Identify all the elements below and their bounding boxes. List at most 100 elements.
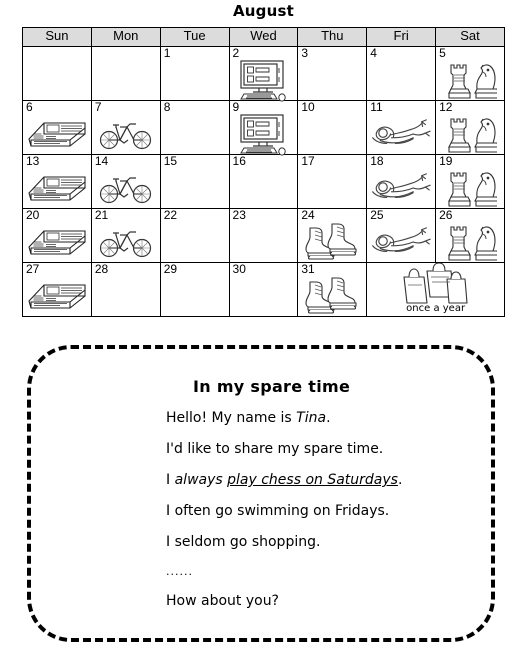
- weekday-header-fri: Fri: [366, 27, 437, 47]
- swimmer-icon: [367, 114, 435, 153]
- day-number: 4: [370, 46, 377, 60]
- day-number: 17: [301, 154, 315, 168]
- calendar-day-cell[interactable]: 21: [90, 208, 161, 263]
- panel-line-seldom: I seldom go shopping.: [166, 534, 321, 550]
- day-number: 8: [163, 100, 171, 114]
- calendar-week-row: 6 7 8 9 10 11 12: [22, 100, 505, 156]
- calendar-day-cell[interactable]: 8: [159, 100, 230, 155]
- page-title: August: [232, 2, 294, 20]
- day-number: 21: [94, 208, 109, 222]
- calendar-day-cell[interactable]: 4: [366, 46, 437, 101]
- calendar-day-cell[interactable]: 24: [297, 208, 368, 263]
- calendar-day-cell[interactable]: 26: [435, 208, 505, 263]
- calendar-day-cell[interactable]: 19: [435, 154, 505, 209]
- day-number: 30: [232, 262, 246, 276]
- calendar-day-cell[interactable]: 23: [228, 208, 299, 263]
- italic-text: Tina: [296, 410, 327, 426]
- weekday-header-thu: Thu: [297, 27, 368, 47]
- day-number: 22: [163, 208, 178, 222]
- calendar-week-row: 27 28 29 30 31 once a year: [22, 262, 505, 317]
- day-number: 18: [370, 154, 384, 168]
- chess-icon: [436, 222, 504, 261]
- day-number: 23: [232, 208, 246, 222]
- calendar-day-cell[interactable]: 17: [297, 154, 368, 209]
- chess-icon: [436, 114, 504, 153]
- newspaper-icon: [23, 168, 91, 207]
- ice-skates-icon: [298, 222, 366, 261]
- annual-event-cell[interactable]: once a year: [366, 262, 505, 317]
- newspaper-icon: [23, 222, 91, 261]
- shopping-bags-icon: [367, 262, 504, 304]
- bicycle-icon: [92, 222, 160, 261]
- panel-line-greeting: Hello! My name is Tina.: [166, 410, 331, 426]
- day-number: 29: [163, 262, 178, 276]
- weekday-header-sat: Sat: [435, 27, 505, 47]
- day-number: 7: [94, 100, 102, 114]
- newspaper-icon: [23, 276, 91, 315]
- day-number: 15: [163, 154, 178, 168]
- panel-line-always: I always play chess on Saturdays.: [166, 472, 403, 488]
- calendar-header-row: Sun Mon Tue Wed Thu Fri Sat: [22, 27, 505, 47]
- day-number: 13: [26, 154, 40, 168]
- calendar-day-cell[interactable]: 11: [366, 100, 437, 155]
- calendar-day-cell[interactable]: 31: [297, 262, 368, 317]
- day-number: 16: [232, 154, 246, 168]
- calendar-day-cell[interactable]: 14: [90, 154, 161, 209]
- swimmer-icon: [367, 168, 435, 207]
- calendar-day-cell[interactable]: 6: [22, 100, 92, 155]
- weekday-header-tue: Tue: [159, 27, 230, 47]
- calendar-day-cell[interactable]: 27: [22, 262, 92, 317]
- calendar-day-cell[interactable]: 5: [435, 46, 505, 101]
- calendar-week-row: 1 2 3 4 5: [22, 46, 505, 102]
- day-number: 10: [301, 100, 315, 114]
- panel-content: In my spare time Hello! My name is Tina.…: [166, 377, 496, 624]
- day-number: 6: [26, 100, 33, 114]
- weekday-header-wed: Wed: [228, 27, 299, 47]
- ice-skates-icon: [298, 276, 366, 315]
- computer-icon: [230, 59, 298, 102]
- day-number: 24: [301, 208, 315, 222]
- day-number: 11: [370, 100, 383, 114]
- panel-line-often: I often go swimming on Fridays.: [166, 503, 390, 519]
- calendar-empty-cell[interactable]: [90, 46, 161, 101]
- calendar-day-cell[interactable]: 3: [297, 46, 368, 101]
- calendar-day-cell[interactable]: 30: [228, 262, 299, 317]
- calendar-day-cell[interactable]: 12: [435, 100, 505, 155]
- day-number: 3: [301, 46, 309, 60]
- calendar-day-cell[interactable]: 28: [90, 262, 161, 317]
- calendar-day-cell[interactable]: 20: [22, 208, 92, 263]
- swimmer-icon: [367, 222, 435, 261]
- calendar-day-cell[interactable]: 7: [90, 100, 161, 155]
- calendar-day-cell[interactable]: 18: [366, 154, 437, 209]
- calendar-day-cell[interactable]: 15: [159, 154, 230, 209]
- month-calendar: Sun Mon Tue Wed Thu Fri Sat 12 345 6 7 8…: [22, 27, 505, 317]
- newspaper-icon: [23, 114, 91, 153]
- spare-time-panel: In my spare time Hello! My name is Tina.…: [27, 345, 495, 642]
- panel-heading: In my spare time: [193, 377, 351, 396]
- calendar-day-cell[interactable]: 13: [22, 154, 92, 209]
- calendar-day-cell[interactable]: 9: [228, 100, 299, 156]
- annual-event-label: once a year: [406, 303, 466, 314]
- day-number: 20: [26, 208, 40, 222]
- panel-lines: Hello! My name is Tina. I'd like to share…: [166, 410, 496, 609]
- panel-line-question: How about you?: [166, 593, 279, 609]
- calendar-day-cell[interactable]: 2: [228, 46, 299, 102]
- panel-line-ellipsis: ......: [166, 565, 193, 578]
- calendar-day-cell[interactable]: 16: [228, 154, 299, 209]
- bicycle-icon: [92, 114, 160, 153]
- calendar-day-cell[interactable]: 10: [297, 100, 368, 155]
- calendar-day-cell[interactable]: 1: [159, 46, 230, 101]
- calendar-day-cell[interactable]: 29: [159, 262, 230, 317]
- calendar-day-cell[interactable]: 22: [159, 208, 230, 263]
- calendar-week-row: 20 21 22 23 24 25 26: [22, 208, 505, 263]
- adverb-emphasis: always: [174, 472, 228, 488]
- calendar-week-row: 13 14 15 16 17 18 19: [22, 154, 505, 209]
- day-number: 1: [163, 46, 171, 60]
- calendar-body: 12 345 6 7 8 9 10 11 12 13 14 15 16 17 1…: [22, 46, 505, 317]
- underlined-phrase: play chess on Saturdays: [227, 472, 398, 488]
- day-number: 27: [26, 262, 40, 276]
- bicycle-icon: [92, 168, 160, 207]
- chess-icon: [436, 168, 504, 207]
- calendar-day-cell[interactable]: 25: [366, 208, 437, 263]
- calendar-empty-cell[interactable]: [22, 46, 92, 101]
